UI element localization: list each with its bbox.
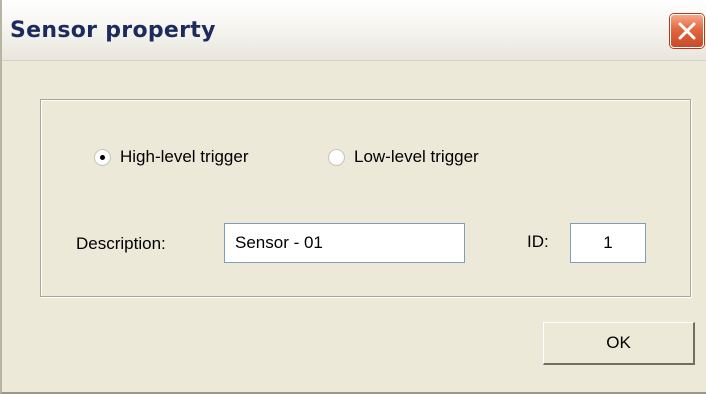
high-level-trigger-radio[interactable] (94, 148, 111, 166)
close-icon (678, 22, 696, 40)
sensor-settings-group (40, 99, 691, 297)
low-level-trigger-option[interactable]: Low-level trigger (328, 146, 479, 168)
id-label: ID: (527, 232, 549, 251)
title-bar[interactable]: Sensor property (2, 0, 706, 61)
ok-button[interactable]: OK (543, 322, 695, 365)
high-level-trigger-label: High-level trigger (120, 147, 249, 166)
id-input[interactable]: 1 (570, 223, 646, 263)
low-level-trigger-label: Low-level trigger (354, 147, 479, 166)
radio-selected-dot (100, 154, 105, 160)
window-title: Sensor property (10, 18, 216, 43)
description-input[interactable]: Sensor - 01 (224, 223, 465, 263)
low-level-trigger-radio[interactable] (328, 148, 345, 166)
sensor-property-dialog: Sensor property High-level trigger Low-l… (0, 0, 706, 394)
close-button[interactable] (670, 14, 704, 48)
high-level-trigger-option[interactable]: High-level trigger (94, 146, 249, 168)
description-label: Description: (76, 234, 166, 253)
